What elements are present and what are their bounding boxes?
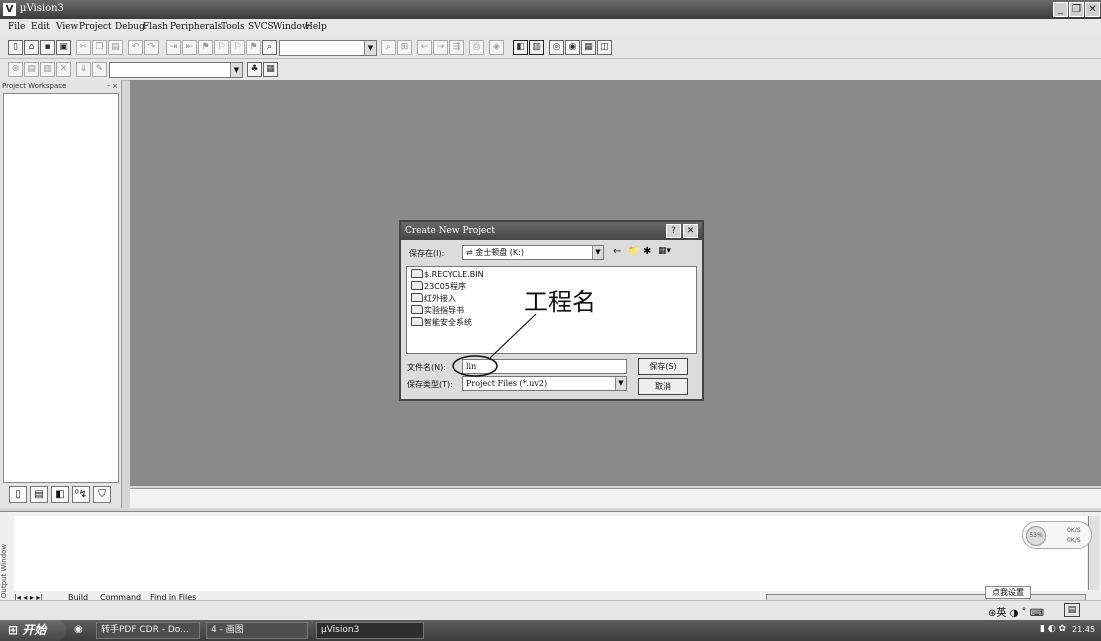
annotation-circle [452,355,498,377]
tray-icons[interactable]: ▮ ◐ ✿ [1040,624,1066,634]
ime-settings-tooltip[interactable]: 点我设置 [985,586,1031,599]
clock: 21:45 [1072,625,1096,634]
annotation-pointer [489,313,537,359]
network-speed-widget[interactable]: 53% 0K/S 0K/S [1022,521,1092,549]
taskbar-item-uvision[interactable]: µVision3 [316,622,424,639]
status-bar: ⊛英 ◑ ˚ ⌨ ▤ [0,600,1101,620]
windows-logo-icon: ⊞ [8,623,23,637]
upload-speed: 0K/S [1067,527,1081,534]
download-speed: 0K/S [1067,537,1081,544]
taskbar: ⊞ 开始 ◉ 转手PDF CDR - Do... 4 - 画图 µVision3… [0,620,1101,641]
output-text-area[interactable] [14,516,1087,591]
ime-mode: 英 [996,608,1007,619]
start-button[interactable]: ⊞ 开始 [0,620,66,641]
start-label: 开始 [22,623,47,637]
output-side-label: Output Window [0,543,8,598]
speed-percent: 53% [1026,526,1046,546]
annotation-label: 工程名 [524,288,596,316]
ime-indicator[interactable]: ⊛英 ◑ ˚ ⌨ [988,604,1044,619]
taskbar-item-pdf[interactable]: 转手PDF CDR - Do... [96,622,200,639]
ime-menu-icon[interactable]: ▤ [1064,603,1080,617]
output-window: Output Window |◂ ◂ ▸ ▸| Build Command Fi… [0,511,1101,607]
taskbar-item-paint[interactable]: 4 - 画图 [206,622,308,639]
quicklaunch-icon[interactable]: ◉ [74,624,83,635]
